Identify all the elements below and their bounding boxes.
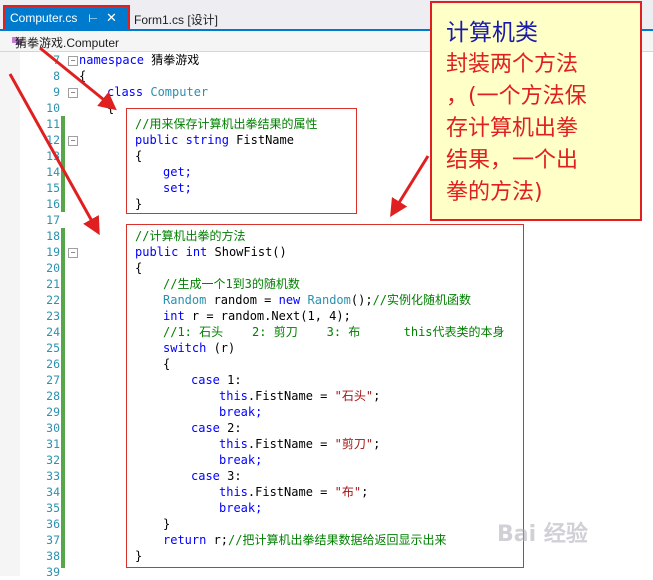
note-line: 结果，一个出	[446, 148, 579, 173]
line-number: 16	[46, 197, 60, 211]
line-number: 35	[46, 501, 60, 515]
keyword: namespace	[79, 53, 145, 67]
collapse-icon[interactable]: −	[68, 88, 78, 98]
code-line: namespace 猜拳游戏	[79, 52, 199, 68]
editor-margin	[0, 52, 20, 576]
tab-computer-cs[interactable]: Computer.cs ⊢ ✕	[3, 5, 130, 31]
line-number: 32	[46, 453, 60, 467]
method-highlight-box	[126, 224, 524, 568]
watermark-logo: Bai 经验	[497, 522, 588, 547]
line-number: 36	[46, 517, 60, 531]
navbar-path: 猜拳游戏.Computer	[15, 36, 120, 50]
line-number: 24	[46, 325, 60, 339]
line-number: 25	[46, 341, 60, 355]
note-line: 拳的方法)	[446, 180, 543, 205]
note-line: 存计算机出拳	[446, 116, 579, 141]
line-number: 21	[46, 277, 60, 291]
annotation-note: 计算机类 封装两个方法 ，(一个方法保 存计算机出拳 结果，一个出 拳的方法)	[430, 1, 642, 221]
tab-form1-design[interactable]: Form1.cs [设计]	[134, 11, 218, 28]
pin-icon[interactable]: ⊢	[88, 12, 98, 25]
line-number: 7	[53, 53, 60, 67]
line-number: 29	[46, 405, 60, 419]
code-line: {	[107, 101, 115, 115]
line-number: 14	[46, 165, 60, 179]
note-line: ，(一个方法保	[446, 84, 587, 109]
line-number: 11	[46, 117, 60, 131]
line-number: 37	[46, 533, 60, 547]
line-number: 9	[53, 85, 60, 99]
line-number: 39	[46, 565, 60, 579]
change-indicator	[61, 116, 65, 212]
property-highlight-box	[126, 108, 357, 214]
line-number: 33	[46, 469, 60, 483]
note-line: 封装两个方法	[446, 52, 579, 77]
line-number: 31	[46, 437, 60, 451]
line-number: 8	[53, 69, 60, 83]
line-number: 28	[46, 389, 60, 403]
line-number: 18	[46, 229, 60, 243]
line-number: 13	[46, 149, 60, 163]
note-title: 计算机类	[446, 20, 538, 46]
code-text: 猜拳游戏	[144, 53, 200, 67]
collapse-icon[interactable]: −	[68, 56, 78, 66]
line-number: 20	[46, 261, 60, 275]
line-number: 12	[46, 133, 60, 147]
code-line: class Computer	[107, 84, 208, 100]
type-name: Computer	[150, 85, 209, 99]
collapse-icon[interactable]: −	[68, 248, 78, 258]
collapse-icon[interactable]: −	[68, 136, 78, 146]
line-number: 30	[46, 421, 60, 435]
line-number: 23	[46, 309, 60, 323]
line-number: 17	[46, 213, 60, 227]
keyword: class	[107, 85, 144, 99]
code-line: {	[79, 69, 87, 83]
line-number: 15	[46, 181, 60, 195]
line-number: 26	[46, 357, 60, 371]
line-number: 38	[46, 549, 60, 563]
close-icon[interactable]: ✕	[106, 10, 117, 26]
line-number: 27	[46, 373, 60, 387]
line-number: 19	[46, 245, 60, 259]
line-number: 22	[46, 293, 60, 307]
arrow-from-note	[390, 155, 430, 218]
line-number: 34	[46, 485, 60, 499]
change-indicator	[61, 228, 65, 568]
tab-label: Computer.cs	[10, 11, 78, 25]
line-number: 10	[46, 101, 60, 115]
